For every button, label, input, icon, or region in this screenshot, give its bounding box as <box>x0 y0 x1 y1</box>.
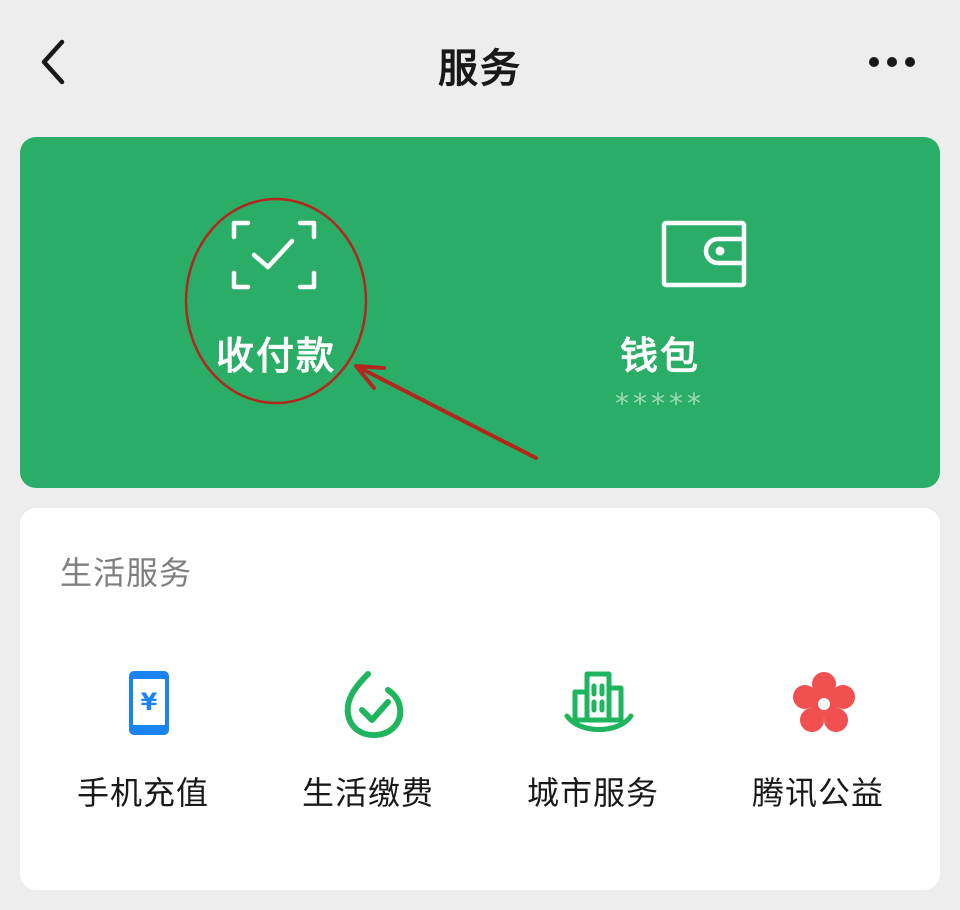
service-label: 城市服务 <box>526 774 659 812</box>
wallet-label: 钱包 <box>619 334 700 378</box>
utility-payment-icon <box>344 671 404 739</box>
wallet-balance-masked: ***** <box>615 387 705 420</box>
phone-recharge-icon: ¥ <box>129 671 169 735</box>
wallet-button[interactable]: 钱包 ***** <box>480 137 940 488</box>
service-label: 手机充值 <box>76 774 209 812</box>
service-item-utility-payment[interactable]: 生活缴费 <box>253 668 483 838</box>
life-services-card: 生活服务 ¥ 手机充值 生活缴费 城市服务 腾讯公益 <box>20 508 940 890</box>
service-label: 腾讯公益 <box>751 774 884 812</box>
more-dots-icon <box>869 57 915 67</box>
pay-receive-button[interactable]: 收付款 <box>20 137 480 488</box>
service-label: 生活缴费 <box>301 774 434 812</box>
scan-check-icon <box>231 220 317 290</box>
city-services-icon <box>564 671 634 732</box>
life-services-title: 生活服务 <box>60 554 193 592</box>
wallet-icon <box>661 220 747 288</box>
pay-wallet-card: 收付款 钱包 ***** <box>20 137 940 488</box>
service-item-city-services[interactable]: 城市服务 <box>478 668 708 838</box>
more-options-button[interactable] <box>860 40 924 84</box>
service-item-phone-recharge[interactable]: ¥ 手机充值 <box>28 668 258 838</box>
tencent-charity-icon <box>793 672 855 732</box>
service-item-tencent-charity[interactable]: 腾讯公益 <box>703 668 933 838</box>
life-services-grid: ¥ 手机充值 生活缴费 城市服务 腾讯公益 <box>20 668 940 838</box>
page-title: 服务 <box>438 46 522 92</box>
svg-text:¥: ¥ <box>141 688 158 716</box>
top-nav-bar: 服务 <box>0 0 960 125</box>
